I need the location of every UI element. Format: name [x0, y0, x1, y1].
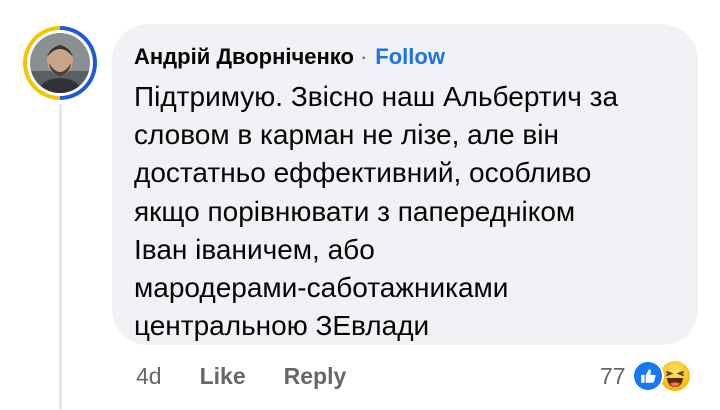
comment-actions: 4d Like Reply: [136, 360, 384, 392]
reply-button[interactable]: Reply: [284, 363, 347, 390]
comment-line: мародерами-саботажниками: [134, 272, 509, 304]
avatar-photo: [27, 30, 93, 96]
timestamp[interactable]: 4d: [136, 363, 162, 390]
separator-dot: ·: [359, 44, 368, 69]
comment-line: якщо порівнювати з папередніком: [134, 195, 576, 227]
comment-line: центральною ЗЕвлади: [134, 310, 430, 342]
thread-line: [59, 104, 62, 410]
comment-bubble: Андрій Дворніченко · Follow Підтримую. З…: [112, 24, 698, 345]
author-name[interactable]: Андрій Дворніченко: [134, 44, 354, 70]
reaction-count: 77: [600, 362, 626, 389]
follow-button[interactable]: Follow: [375, 44, 445, 70]
comment-text: Підтримую. Звісно наш Альбертич за слово…: [134, 78, 676, 345]
comment-line: словом в карман не лізе, але він: [134, 119, 559, 151]
reactions-summary[interactable]: 77: [600, 358, 694, 394]
avatar[interactable]: [23, 26, 97, 100]
comment-line: Підтримую. Звісно наш Альбертич за: [134, 81, 619, 112]
comment-line: Іван іваничем, або: [134, 233, 375, 265]
like-icon: [631, 360, 664, 392]
comment-view: Андрій Дворніченко · Follow Підтримую. З…: [0, 0, 720, 410]
comment-line: достатньо еффективний, особливо: [134, 157, 592, 189]
reaction-icons: [631, 359, 694, 393]
comment-header: Андрій Дворніченко · Follow: [134, 42, 676, 72]
profile-photo-icon: [30, 33, 90, 93]
like-button[interactable]: Like: [200, 363, 246, 390]
